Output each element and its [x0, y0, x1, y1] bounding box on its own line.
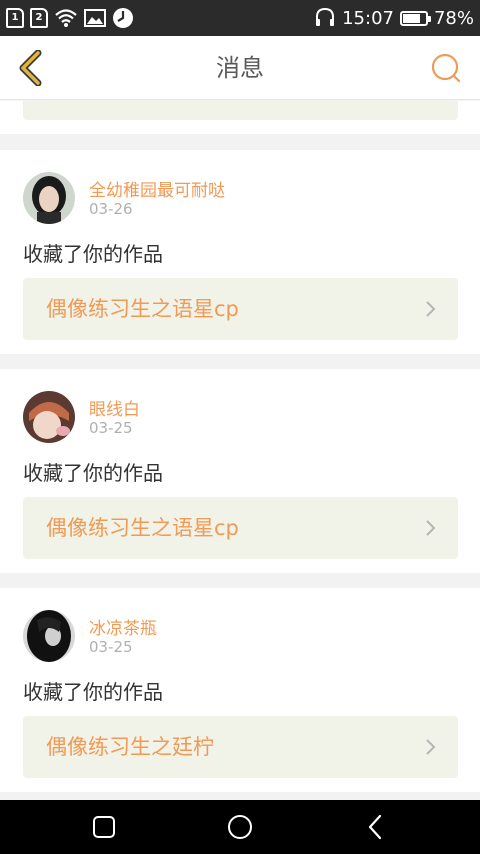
sim1-icon: 1: [6, 8, 24, 28]
battery-icon: [399, 10, 431, 26]
avatar[interactable]: [23, 610, 75, 662]
message-card: 冰凉茶瓶 03-25 收藏了你的作品 偶像练习生之廷柠: [0, 588, 480, 792]
status-bar: 1 2 15:07 78%: [0, 0, 480, 36]
message-date: 03-25: [89, 419, 133, 437]
wifi-icon: [54, 8, 78, 28]
search-icon: [431, 53, 461, 83]
chevron-right-icon: [426, 739, 436, 755]
clock-app-icon: [112, 7, 134, 29]
page-title: 消息: [216, 54, 264, 82]
work-link[interactable]: 偶像练习生之语星cp: [23, 497, 458, 559]
battery-level-fill: [402, 13, 420, 23]
back-nav-button[interactable]: [358, 809, 394, 845]
work-link[interactable]: 偶像练习生之廷柠: [23, 716, 458, 778]
action-text: 收藏了你的作品: [23, 242, 163, 266]
work-title: 偶像练习生之语星cp: [46, 516, 239, 540]
username[interactable]: 冰凉茶瓶: [89, 614, 157, 639]
message-card: 全幼稚园最可耐哒 03-26 收藏了你的作品 偶像练习生之语星cp: [0, 150, 480, 354]
search-button[interactable]: [430, 52, 462, 84]
sim2-icon: 2: [30, 8, 48, 28]
username[interactable]: 全幼稚园最可耐哒: [89, 176, 225, 201]
avatar[interactable]: [23, 172, 75, 224]
avatar[interactable]: [23, 391, 75, 443]
action-text: 收藏了你的作品: [23, 680, 163, 704]
headset-icon: [314, 7, 336, 29]
chevron-right-icon: [426, 520, 436, 536]
header-bar: 消息: [0, 36, 480, 100]
image-icon: [84, 8, 106, 28]
home-circle-icon: [228, 815, 252, 839]
recents-button[interactable]: [86, 809, 122, 845]
work-link[interactable]: 偶像练习生之语星cp: [23, 278, 458, 340]
screen: 1 2 15:07 78% 消息 全幼稚园最可耐哒 03-26 收藏了你的作品 …: [0, 0, 480, 854]
action-text: 收藏了你的作品: [23, 461, 163, 485]
recents-square-icon: [93, 816, 115, 838]
back-triangle-icon: [368, 814, 382, 840]
status-time: 15:07: [342, 7, 394, 29]
work-link-partial[interactable]: [23, 101, 458, 120]
battery-percent: 78%: [433, 7, 474, 29]
message-date: 03-26: [89, 200, 133, 218]
work-title: 偶像练习生之廷柠: [46, 735, 214, 759]
chevron-right-icon: [426, 301, 436, 317]
message-card: 眼线白 03-25 收藏了你的作品 偶像练习生之语星cp: [0, 369, 480, 573]
system-nav-bar: [0, 800, 480, 854]
home-button[interactable]: [222, 809, 258, 845]
message-card-partial: [0, 101, 480, 134]
username[interactable]: 眼线白: [89, 395, 140, 420]
message-list[interactable]: 全幼稚园最可耐哒 03-26 收藏了你的作品 偶像练习生之语星cp 眼线白 03…: [0, 101, 480, 799]
message-date: 03-25: [89, 638, 133, 656]
work-title: 偶像练习生之语星cp: [46, 297, 239, 321]
